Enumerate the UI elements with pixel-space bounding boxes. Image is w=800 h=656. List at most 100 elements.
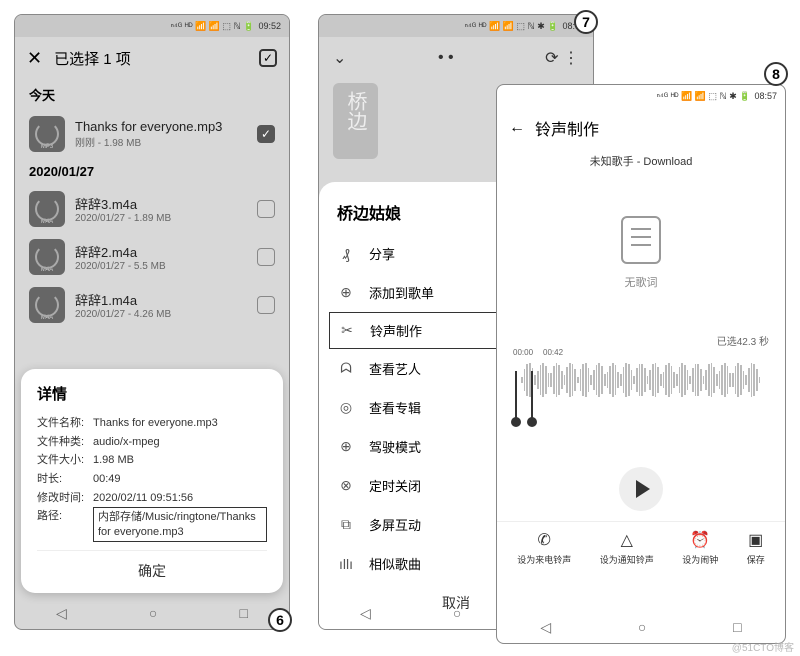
audio-file-icon: MP3 [29, 116, 65, 152]
value-path: 内部存储/Music/ringtone/Thanks for everyone.… [93, 507, 267, 542]
dots-icon[interactable]: • • [438, 49, 454, 67]
status-icons: ⁿ⁴ᴳ ᴴᴰ 📶 📶 ⬚ ℕ ✱ 🔋 [465, 21, 559, 32]
audio-file-icon: M4A [29, 191, 65, 227]
callout-badge-7: 7 [574, 10, 598, 34]
multiscreen-icon: ⧉ [337, 516, 355, 533]
file-meta: 2020/01/27 - 1.89 MB [75, 213, 247, 224]
scissors-icon: ✂ [338, 322, 356, 339]
save-button[interactable]: ▣保存 [747, 530, 765, 566]
save-icon: ▣ [748, 530, 763, 550]
file-row[interactable]: M4A 辞辞1.m4a 2020/01/27 - 4.26 MB [15, 281, 289, 329]
confirm-button[interactable]: 确定 [37, 550, 267, 585]
status-bar: ⁿ⁴ᴳ ᴴᴰ 📶 📶 ⬚ ℕ 🔋 09:52 [15, 15, 289, 37]
bottom-actions: ✆设为来电铃声 △设为通知铃声 ⏰设为闹钟 ▣保存 [497, 521, 785, 570]
selection-duration: 已选42.3 秒 [497, 333, 785, 348]
checkbox-icon[interactable]: ✓ [257, 125, 275, 143]
page-title: 铃声制作 [535, 116, 599, 140]
lyrics-placeholder: 无歌词 [497, 173, 785, 333]
close-icon[interactable]: ✕ [27, 48, 42, 69]
file-name: 辞辞2.m4a [75, 242, 247, 261]
nav-back-icon[interactable]: ◁ [540, 619, 551, 636]
select-all-icon[interactable]: ✓ [259, 49, 277, 67]
label-duration: 时长: [37, 470, 93, 489]
file-meta: 2020/01/27 - 4.26 MB [75, 309, 247, 320]
label-filesize: 文件大小: [37, 451, 93, 470]
value-filesize: 1.98 MB [93, 451, 267, 470]
file-name: 辞辞3.m4a [75, 194, 247, 213]
file-meta: 刚刚 - 1.98 MB [75, 134, 247, 149]
player-header: ⌄ • • ⟳ ⋮ [319, 37, 593, 79]
time-ticks: 00:00 00:42 [497, 348, 785, 357]
waveform [511, 357, 771, 403]
set-notification-ringtone[interactable]: △设为通知铃声 [600, 530, 654, 566]
callout-badge-8: 8 [764, 62, 788, 86]
label-path: 路径: [37, 507, 93, 542]
value-filetype: audio/x-mpeg [93, 433, 267, 452]
bell-icon: △ [621, 530, 633, 550]
similar-icon: ıllı [337, 556, 355, 572]
alarm-icon: ⏰ [690, 530, 710, 550]
back-arrow-icon[interactable]: ← [509, 119, 525, 137]
set-call-ringtone[interactable]: ✆设为来电铃声 [517, 530, 571, 566]
audio-file-icon: M4A [29, 287, 65, 323]
status-bar: ⁿ⁴ᴳ ᴴᴰ 📶 📶 ⬚ ℕ ✱ 🔋 08:56 [319, 15, 593, 37]
trim-start-handle[interactable] [515, 371, 517, 419]
waveform-editor[interactable] [497, 357, 785, 457]
nav-bar: ◁ ○ □ [15, 597, 289, 629]
album-cover: 桥边 [333, 83, 378, 159]
file-row[interactable]: M4A 辞辞3.m4a 2020/01/27 - 1.89 MB [15, 185, 289, 233]
status-time: 08:57 [754, 91, 777, 101]
checkbox-icon[interactable] [257, 248, 275, 266]
no-lyrics-text: 无歌词 [625, 274, 658, 290]
timer-icon: ⊗ [337, 477, 355, 494]
playlist-add-icon: ⊕ [337, 284, 355, 301]
value-modtime: 2020/02/11 09:51:56 [93, 489, 267, 508]
nav-home-icon[interactable]: ○ [149, 605, 157, 621]
status-icons: ⁿ⁴ᴳ ᴴᴰ 📶 📶 ⬚ ℕ 🔋 [171, 21, 255, 32]
checkbox-icon[interactable] [257, 296, 275, 314]
file-name: Thanks for everyone.mp3 [75, 119, 247, 134]
nav-back-icon[interactable]: ◁ [56, 605, 67, 622]
selection-title: 已选择 1 项 [54, 48, 131, 69]
tick-start: 00:00 [513, 348, 533, 357]
ringtone-header: ← 铃声制作 [497, 107, 785, 149]
dialog-title: 详情 [37, 383, 267, 404]
status-icons: ⁿ⁴ᴳ ᴴᴰ 📶 📶 ⬚ ℕ ✱ 🔋 [657, 91, 751, 102]
play-button[interactable] [619, 467, 663, 511]
selection-header: ✕ 已选择 1 项 ✓ [15, 37, 289, 79]
watermark: @51CTO博客 [732, 639, 794, 654]
callout-badge-6: 6 [268, 608, 292, 632]
more-actions[interactable]: ⟳ ⋮ [545, 48, 579, 68]
details-dialog: 详情 文件名称:Thanks for everyone.mp3 文件种类:aud… [21, 369, 283, 593]
nav-recent-icon[interactable]: □ [239, 605, 247, 621]
value-filename: Thanks for everyone.mp3 [93, 414, 267, 433]
share-icon: ₰ [337, 246, 355, 262]
file-meta: 2020/01/27 - 5.5 MB [75, 261, 247, 272]
file-name: 辞辞1.m4a [75, 290, 247, 309]
section-date: 2020/01/27 [15, 158, 289, 185]
label-modtime: 修改时间: [37, 489, 93, 508]
label-filetype: 文件种类: [37, 433, 93, 452]
phone-6-file-manager: ⁿ⁴ᴳ ᴴᴰ 📶 📶 ⬚ ℕ 🔋 09:52 ✕ 已选择 1 项 ✓ 今天 MP… [14, 14, 290, 630]
audio-file-icon: M4A [29, 239, 65, 275]
status-time: 09:52 [258, 21, 281, 31]
nav-home-icon[interactable]: ○ [638, 619, 646, 635]
phone-8-ringtone-maker: ⁿ⁴ᴳ ᴴᴰ 📶 📶 ⬚ ℕ ✱ 🔋 08:57 ← 铃声制作 未知歌手 - D… [496, 84, 786, 644]
chevron-down-icon[interactable]: ⌄ [333, 48, 346, 68]
set-alarm[interactable]: ⏰设为闹钟 [682, 530, 718, 566]
value-duration: 00:49 [93, 470, 267, 489]
trim-end-handle[interactable] [531, 371, 533, 419]
file-row[interactable]: M4A 辞辞2.m4a 2020/01/27 - 5.5 MB [15, 233, 289, 281]
nav-recent-icon[interactable]: □ [733, 619, 741, 635]
album-icon: ◎ [337, 399, 355, 416]
section-today: 今天 [15, 79, 289, 110]
label-filename: 文件名称: [37, 414, 93, 433]
nav-back-icon[interactable]: ◁ [360, 605, 371, 622]
steering-icon: ⊕ [337, 438, 355, 455]
track-subtitle: 未知歌手 - Download [497, 149, 785, 173]
checkbox-icon[interactable] [257, 200, 275, 218]
file-row[interactable]: MP3 Thanks for everyone.mp3 刚刚 - 1.98 MB… [15, 110, 289, 158]
artist-icon: ᗣ [337, 360, 355, 377]
nav-home-icon[interactable]: ○ [453, 605, 461, 621]
phone-icon: ✆ [538, 530, 551, 550]
